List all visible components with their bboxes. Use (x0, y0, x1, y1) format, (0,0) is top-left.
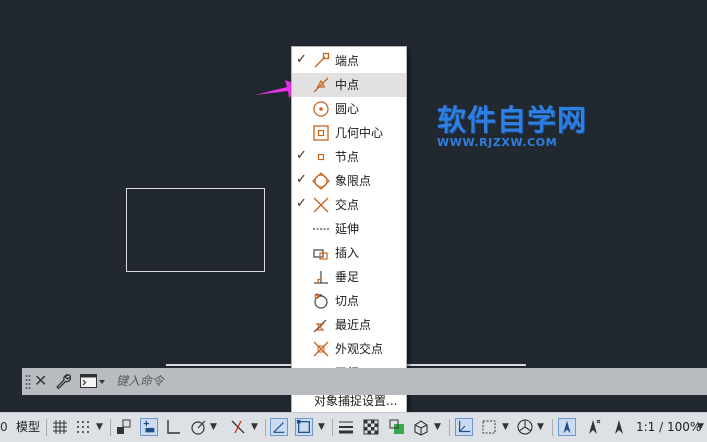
status-divider (46, 419, 47, 436)
snap-item-label: 端点 (335, 54, 360, 68)
infer-constraints-icon[interactable] (115, 418, 133, 436)
snap-mode-icon[interactable] (74, 418, 92, 436)
snap-item-insertion[interactable]: 插入 (292, 241, 406, 265)
object-snap-icon[interactable] (295, 418, 313, 436)
chevron-down-icon[interactable]: ▼ (697, 420, 704, 434)
insertion-icon (313, 249, 328, 260)
snap-item-endpoint[interactable]: ✓ 端点 (292, 49, 406, 73)
grid-icon[interactable] (51, 418, 69, 436)
geometric-center-icon (313, 125, 329, 141)
nearest-icon (313, 319, 327, 333)
dynamic-ucs-icon[interactable] (455, 418, 473, 436)
object-snap-tracking-icon[interactable] (270, 418, 288, 436)
chevron-down-icon[interactable]: ▼ (251, 420, 258, 434)
snap-item-perpendicular[interactable]: 垂足 (292, 265, 406, 289)
tangent-icon (314, 293, 328, 309)
snap-item-center[interactable]: 圆心 (292, 97, 406, 121)
coordinate-readout: 0 (0, 420, 8, 434)
snap-item-quadrant[interactable]: ✓ 象限点 (292, 169, 406, 193)
quadrant-icon (312, 172, 330, 190)
snap-item-label: 节点 (335, 150, 360, 164)
chevron-down-icon[interactable]: ▼ (434, 420, 441, 434)
snap-item-label: 延伸 (335, 222, 360, 236)
endpoint-icon (314, 52, 330, 68)
status-bar: 0 模型 ▼ ▼ ▼ ▼ ▼ ▼ ▼ 1:1 / 100% ▼ (0, 412, 707, 442)
snap-item-label: 垂足 (335, 270, 360, 284)
grip-handle-icon[interactable] (25, 374, 31, 389)
3d-object-snap-icon[interactable] (412, 418, 430, 436)
lineweight-icon[interactable] (337, 418, 355, 436)
snap-item-label: 交点 (335, 198, 360, 212)
snap-item-nearest[interactable]: 最近点 (292, 313, 406, 337)
drawn-rectangle[interactable] (126, 188, 265, 272)
close-icon[interactable]: ✕ (34, 370, 47, 392)
check-icon: ✓ (296, 196, 307, 211)
status-divider (265, 419, 266, 436)
status-divider (332, 419, 333, 436)
snap-item-label: 切点 (335, 294, 360, 308)
status-divider (449, 419, 450, 436)
annotation-scale-label[interactable]: 1:1 / 100% (636, 418, 701, 436)
snap-item-label: 象限点 (335, 174, 372, 188)
polar-tracking-icon[interactable] (189, 418, 207, 436)
snap-item-midpoint[interactable]: 中点 (292, 73, 406, 97)
watermark-title: 软件自学网 (437, 103, 588, 137)
chevron-down-icon[interactable]: ▼ (96, 420, 103, 434)
watermark-url: WWW.RJZXW.COM (437, 136, 558, 149)
status-divider (552, 419, 553, 436)
center-icon (313, 101, 329, 117)
model-tab[interactable]: 模型 (14, 418, 42, 436)
chevron-down-icon[interactable]: ▼ (502, 420, 509, 434)
annotation-visibility-icon[interactable] (558, 418, 576, 436)
wrench-icon[interactable] (55, 373, 71, 389)
chevron-down-icon[interactable]: ▼ (210, 420, 217, 434)
snap-item-apparent-intersection[interactable]: 外观交点 (292, 337, 406, 361)
check-icon: ✓ (296, 172, 307, 187)
snap-item-geometric-center[interactable]: 几何中心 (292, 121, 406, 145)
snap-item-extension[interactable]: 延伸 (292, 217, 406, 241)
snap-item-label: 插入 (335, 246, 360, 260)
isometric-drafting-icon[interactable] (229, 418, 247, 436)
snap-item-label: 最近点 (335, 318, 372, 332)
snap-item-label: 几何中心 (335, 126, 384, 140)
transparency-icon[interactable] (362, 418, 380, 436)
snap-item-tangent[interactable]: 切点 (292, 289, 406, 313)
check-icon: ✓ (296, 148, 307, 163)
dynamic-input-icon[interactable] (140, 418, 158, 436)
snap-item-node[interactable]: ✓ 节点 (292, 145, 406, 169)
check-icon: ✓ (296, 52, 307, 67)
midpoint-icon (313, 77, 329, 93)
annotation-scale-icon[interactable] (610, 418, 628, 436)
chevron-down-icon[interactable]: ▼ (318, 420, 325, 434)
object-snap-menu: ✓ 端点 中点 圆心 几何中心 ✓ 节点 ✓ 象限点 ✓ 交点 延伸 插入 垂足… (291, 46, 407, 414)
snap-item-label: 外观交点 (335, 342, 384, 356)
command-prompt-icon[interactable] (80, 374, 106, 389)
command-line-bar: ✕ (22, 368, 707, 395)
perpendicular-icon (314, 271, 328, 284)
node-icon (317, 153, 325, 161)
chevron-down-icon[interactable]: ▼ (537, 420, 544, 434)
snap-item-label: 中点 (335, 78, 360, 92)
intersection-icon (313, 197, 329, 213)
apparent-intersection-icon (313, 341, 329, 357)
extension-icon (313, 228, 329, 230)
selection-filter-icon[interactable] (480, 418, 498, 436)
auto-scale-icon[interactable] (584, 418, 602, 436)
selection-cycling-icon[interactable] (388, 418, 406, 436)
snap-item-label: 圆心 (335, 102, 360, 116)
watermark-logo: 软件自学网 WWW.RJZXW.COM (437, 104, 587, 149)
gizmo-icon[interactable] (516, 418, 534, 436)
ortho-mode-icon[interactable] (164, 418, 182, 436)
snap-item-intersection[interactable]: ✓ 交点 (292, 193, 406, 217)
command-input[interactable] (116, 371, 516, 391)
status-divider (110, 419, 111, 436)
